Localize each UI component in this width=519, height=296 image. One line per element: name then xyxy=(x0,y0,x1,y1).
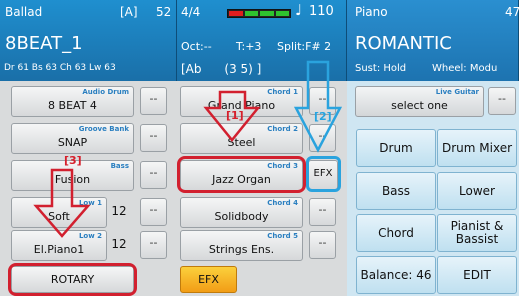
arrow-2 xyxy=(293,60,343,153)
annotation-label-3: [3] xyxy=(64,154,82,167)
annotation-label-1: [1] xyxy=(226,109,244,122)
annotation-arrows xyxy=(33,60,343,238)
annotation-label-2: [2] xyxy=(314,110,332,123)
arrow-3 xyxy=(33,168,91,238)
